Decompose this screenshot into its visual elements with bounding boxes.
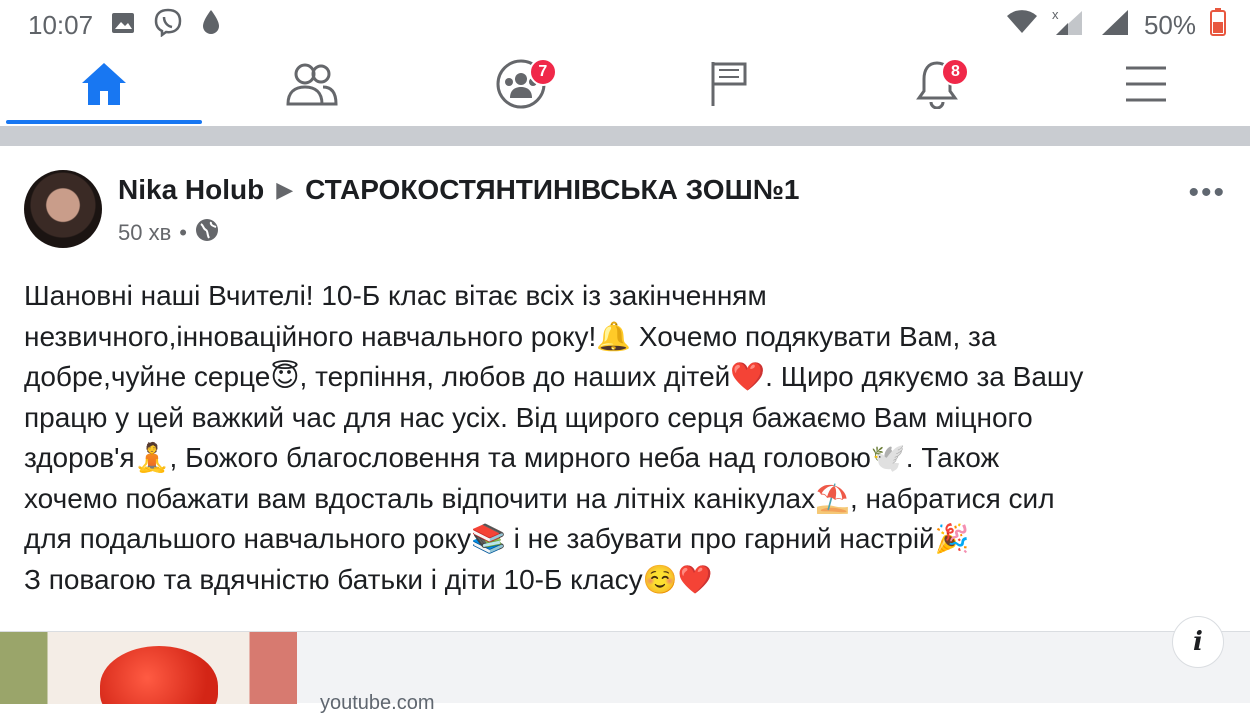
drop-icon <box>201 9 221 42</box>
status-left: 10:07 <box>28 7 221 44</box>
hamburger-icon <box>1124 65 1168 108</box>
shared-to-arrow: ▶ <box>276 177 294 202</box>
more-options-button[interactable]: ••• <box>1188 176 1226 210</box>
battery-text: 50% <box>1143 9 1196 40</box>
tab-groups[interactable]: 7 <box>417 50 625 122</box>
meta-separator: • <box>179 220 187 245</box>
post-time[interactable]: 50 хв <box>118 220 171 246</box>
tab-pages[interactable] <box>625 50 833 122</box>
signal-x-icon: x <box>1052 7 1086 44</box>
viber-icon <box>153 7 183 44</box>
link-thumbnail[interactable] <box>0 632 297 704</box>
feed-divider <box>0 126 1250 146</box>
flag-icon <box>709 60 749 113</box>
status-time: 10:07 <box>28 9 94 40</box>
signal-icon <box>1100 8 1130 43</box>
notifications-badge: 8 <box>941 58 970 86</box>
tulip-image <box>100 646 218 704</box>
tab-menu[interactable] <box>1042 50 1250 122</box>
tab-home[interactable] <box>0 50 208 124</box>
image-icon <box>111 10 135 41</box>
wifi-icon <box>1006 9 1038 42</box>
home-icon <box>80 61 128 112</box>
groups-badge: 7 <box>528 58 557 86</box>
link-domain: youtube.com <box>320 692 435 714</box>
friends-icon <box>285 62 339 111</box>
post-header: Nika Holub ▶ СТАРОКОСТЯНТИНІВСЬКА ЗОШ№1 <box>118 174 800 206</box>
battery-icon <box>1210 7 1226 43</box>
post-meta: 50 хв • <box>118 218 219 248</box>
top-navigation: 7 8 <box>0 50 1250 126</box>
info-button[interactable]: i <box>1172 616 1224 668</box>
avatar[interactable] <box>24 170 102 248</box>
post-body: Шановні наші Вчителі! 10-Б клас вітає вс… <box>24 280 1084 595</box>
group-name[interactable]: СТАРОКОСТЯНТИНІВСЬКА ЗОШ№1 <box>305 174 799 206</box>
author-name[interactable]: Nika Holub <box>118 174 264 206</box>
status-bar: 10:07 x 50% <box>0 0 1250 50</box>
status-right: x 50% <box>1006 7 1226 44</box>
link-preview[interactable]: youtube.com i <box>0 616 1250 714</box>
globe-icon <box>195 218 219 248</box>
svg-text:x: x <box>1052 7 1059 22</box>
tab-notifications[interactable]: 8 <box>833 50 1041 122</box>
tab-friends[interactable] <box>208 50 416 122</box>
